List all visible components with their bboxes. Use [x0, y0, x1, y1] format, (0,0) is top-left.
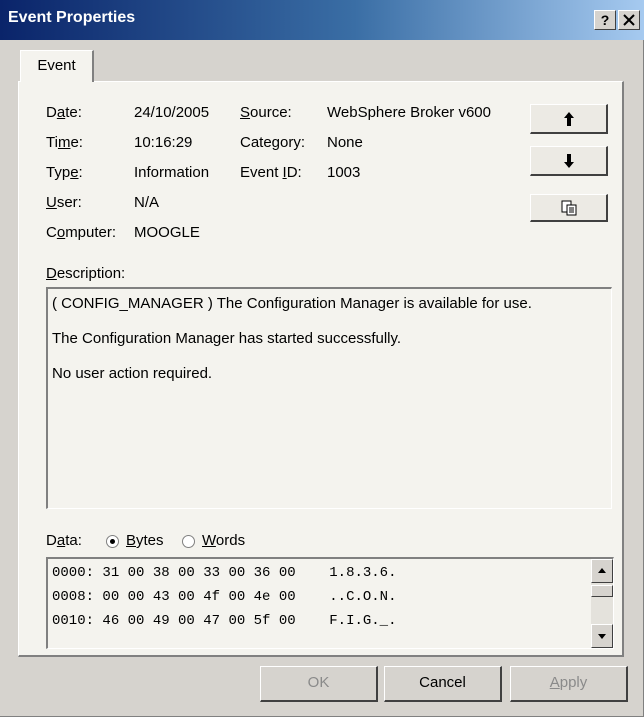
source-value: WebSphere Broker v600: [327, 104, 491, 121]
bytes-label[interactable]: Bytes: [126, 532, 164, 549]
hex-row: 0008: 00 00 43 00 4f 00 4e 00 ..C.O.N.: [52, 589, 396, 605]
hex-bytes: 31 00 38 00 33 00 36 00: [102, 565, 296, 581]
hex-offset: 0000:: [52, 565, 95, 581]
close-button[interactable]: [618, 10, 640, 30]
cancel-button[interactable]: Cancel: [384, 666, 502, 702]
copy-icon: [561, 200, 576, 215]
hex-bytes: 00 00 43 00 4f 00 4e 00: [102, 589, 296, 605]
arrow-up-icon: [563, 111, 574, 126]
description-line: ( CONFIG_MANAGER ) The Configuration Man…: [52, 295, 532, 312]
hex-bytes: 46 00 49 00 47 00 5f 00: [102, 613, 296, 629]
hex-ascii: ..C.O.N.: [329, 589, 397, 605]
description-label: Description:: [46, 265, 126, 282]
scroll-up-button[interactable]: [591, 559, 613, 583]
hex-row: 0000: 31 00 38 00 33 00 36 00 1.8.3.6.: [52, 565, 396, 581]
eventid-value: 1003: [327, 164, 361, 181]
data-hex-box[interactable]: 0000: 31 00 38 00 33 00 36 00 1.8.3.6. 0…: [46, 557, 614, 649]
scroll-thumb[interactable]: [591, 585, 613, 597]
event-properties-dialog: Event Properties ? Event Date: 24/10/200…: [0, 0, 644, 717]
tab-event[interactable]: Event: [20, 50, 94, 82]
source-label: Source:: [240, 104, 292, 121]
hex-ascii: F.I.G._.: [329, 613, 397, 629]
chevron-up-icon: [598, 568, 606, 573]
previous-event-button[interactable]: [530, 104, 608, 134]
words-label[interactable]: Words: [202, 532, 245, 549]
date-value: 24/10/2005: [134, 104, 210, 121]
title-bar[interactable]: Event Properties ?: [0, 0, 644, 40]
eventid-label: Event ID:: [240, 164, 302, 181]
arrow-down-icon: [563, 153, 574, 168]
ok-button[interactable]: OK: [260, 666, 378, 702]
help-button[interactable]: ?: [594, 10, 616, 30]
user-label: User:: [46, 194, 82, 211]
hex-offset: 0008:: [52, 589, 95, 605]
bytes-radio[interactable]: [106, 535, 119, 548]
scroll-down-button[interactable]: [591, 624, 613, 648]
data-scrollbar[interactable]: [591, 559, 613, 648]
chevron-down-icon: [598, 634, 606, 639]
type-value: Information: [134, 164, 210, 181]
apply-button[interactable]: Apply: [510, 666, 628, 702]
user-value: N/A: [134, 194, 160, 211]
description-box[interactable]: ( CONFIG_MANAGER ) The Configuration Man…: [46, 287, 612, 509]
close-icon: [623, 14, 635, 26]
hex-row: 0010: 46 00 49 00 47 00 5f 00 F.I.G._.: [52, 613, 396, 629]
next-event-button[interactable]: [530, 146, 608, 176]
category-value: None: [327, 134, 363, 151]
data-label: Data:: [46, 532, 82, 549]
description-line: No user action required.: [52, 365, 213, 382]
words-radio[interactable]: [182, 535, 195, 548]
date-label: Date:: [46, 104, 82, 121]
computer-label: Computer:: [46, 224, 117, 241]
time-label: Time:: [46, 134, 83, 151]
description-line: The Configuration Manager has started su…: [52, 330, 402, 347]
copy-button[interactable]: [530, 194, 608, 222]
category-label: Category:: [240, 134, 306, 151]
computer-value: MOOGLE: [134, 224, 200, 241]
hex-offset: 0010:: [52, 613, 95, 629]
hex-ascii: 1.8.3.6.: [329, 565, 397, 581]
window-title: Event Properties: [8, 9, 136, 26]
time-value: 10:16:29: [134, 134, 193, 151]
type-label: Type:: [46, 164, 83, 181]
